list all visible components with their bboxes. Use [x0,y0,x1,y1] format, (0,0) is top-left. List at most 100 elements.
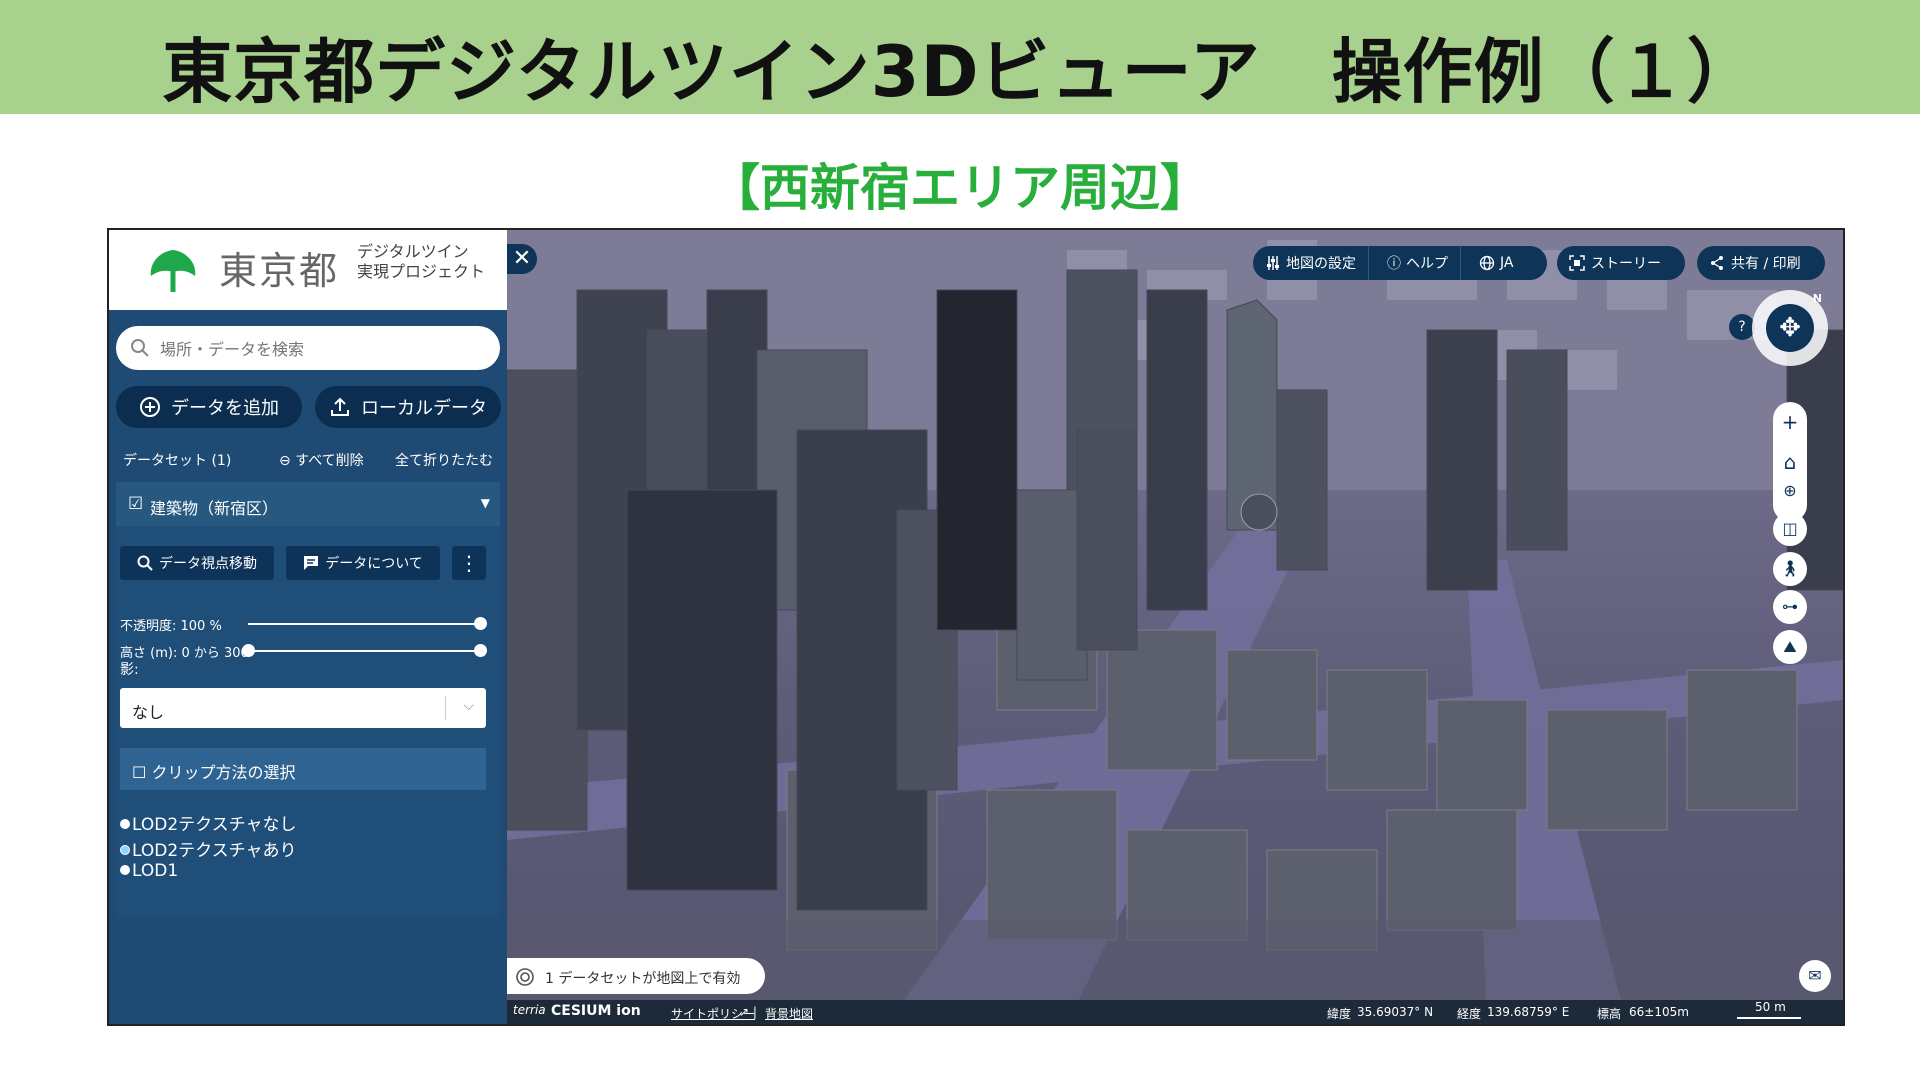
add-data-button[interactable]: データを追加 [116,386,302,428]
move-arrows-icon[interactable]: ✥ [1766,304,1814,352]
checkbox-unchecked-icon[interactable]: ☐ [132,763,146,782]
scale-label: 50 m [1755,1000,1786,1014]
logo-sub-line-2: 実現プロジェクト [357,262,486,281]
opacity-slider-handle[interactable] [473,617,487,630]
style-option-label: LOD2テクスチャあり [132,841,297,861]
map-toolbar: 地図の設定 ⓘ ヘルプ JA [1253,246,1547,280]
city-3d-scene[interactable] [507,230,1843,1024]
plus-circle-icon [140,397,160,417]
measure-icon[interactable]: ⊶ [1773,590,1807,624]
language-label: JA [1500,255,1514,271]
terria-logo: terria [513,1003,546,1017]
locate-icon[interactable]: ⊕ [1773,474,1807,508]
chevron-down-icon: ⌵ [463,698,474,714]
opacity-label: 不透明度: 100 % [120,619,222,634]
select-divider [445,696,446,720]
tokyo-ginkgo-logo-icon [150,250,196,292]
app-window: 東京都 デジタルツイン 実現プロジェクト データを追加 [107,228,1845,1026]
shadow-select[interactable]: なし ⌵ [120,688,486,728]
radio-selected-icon [120,845,130,855]
zoom-to-data-button[interactable]: データ視点移動 [120,546,274,580]
clip-method-label: クリップ方法の選択 [151,763,296,782]
pedestrian-icon[interactable]: 🚶︎ [1773,552,1807,586]
zoom-in-icon[interactable]: + [1773,402,1807,442]
delete-all-label: すべて削除 [295,453,364,469]
style-option-lod2-texture[interactable]: LOD2テクスチャあり [120,836,296,861]
height-slider-min-handle[interactable] [241,644,255,657]
height-slider-max-handle[interactable] [473,644,487,657]
external-link-icon: ↗ | [739,1005,757,1019]
radio-icon [120,865,130,875]
height-label: 高さ (m): 0 から 300 [120,646,249,661]
story-frame-icon [1569,255,1585,271]
longitude-label: 経度 [1457,1007,1482,1021]
radio-icon [120,819,130,829]
altitude-value: 66±105m [1629,1005,1689,1019]
search-icon [131,339,149,357]
help-button[interactable]: ⓘ ヘルプ [1375,246,1461,280]
language-button[interactable]: JA [1467,246,1525,280]
shadow-value: なし [132,703,165,722]
share-icon [1711,256,1723,270]
help-circle-icon: ⓘ [1387,256,1401,272]
latitude-value: 35.69037° N [1357,1005,1434,1019]
story-label: ストーリー [1591,256,1661,272]
share-print-button[interactable]: 共有 / 印刷 [1697,246,1825,280]
basemap-link[interactable]: 背景地図 [765,1005,813,1022]
upload-icon [331,397,349,416]
sliders-icon [1267,256,1279,270]
opacity-slider-track[interactable] [248,623,480,625]
layer-panel: データ視点移動 データについて ⋮ 不透明度: 100 % 高さ (m): 0 … [116,526,500,916]
layer-checkbox-checked-icon[interactable]: ☑ [128,494,143,514]
logo-subtext: デジタルツイン 実現プロジェクト [357,242,485,282]
more-options-icon[interactable]: ⋮ [452,546,486,580]
split-view-icon[interactable]: ◫ [1773,512,1807,546]
latitude-label: 緯度 [1327,1007,1352,1021]
height-slider-track[interactable] [248,650,480,652]
cesium-ion-logo[interactable]: CESIUM ion [551,1003,641,1019]
dataset-status-pill[interactable]: 1 データセットが地図上で有効 [507,958,765,994]
map-settings-label: 地図の設定 [1286,256,1356,272]
search-input[interactable] [158,334,482,364]
stacked-layers-icon [516,968,534,986]
longitude-value: 139.68759° E [1487,1005,1570,1019]
local-data-label: ローカルデータ [361,398,487,419]
scale-bar [1737,1017,1801,1019]
comment-icon [304,556,319,570]
layer-name: 建築物（新宿区） [150,499,279,518]
logo-text: 東京都 [219,249,340,293]
map-settings-button[interactable]: 地図の設定 [1253,246,1369,280]
shadow-label: 影: [120,662,139,678]
add-data-label: データを追加 [171,398,279,419]
style-option-lod1[interactable]: LOD1 [120,861,178,881]
map-view[interactable]: ✕ 地図の設定 ⓘ ヘルプ JA ストーリー 共有 / 印刷 ? N ✥ + ⌂… [507,230,1843,1024]
about-data-button[interactable]: データについて [286,546,440,580]
close-sidebar-button[interactable]: ✕ [507,244,537,274]
search-box[interactable] [116,326,500,370]
feedback-icon[interactable]: ✉︎ [1799,960,1831,992]
logo-area: 東京都 デジタルツイン 実現プロジェクト [109,230,507,310]
delete-all-button[interactable]: ⊖ すべて削除 [279,450,364,470]
story-button[interactable]: ストーリー [1557,246,1685,280]
globe-icon [1479,255,1495,271]
logo-sub-line-1: デジタルツイン [357,242,469,261]
altitude-label: 標高 [1597,1007,1622,1021]
terrain-icon[interactable]: ⛰︎ [1773,630,1807,664]
search-icon [137,555,153,571]
clip-method-toggle[interactable]: ☐ クリップ方法の選択 [120,748,486,790]
style-option-label: LOD1 [132,861,179,881]
style-option-lod2-no-texture[interactable]: LOD2テクスチャなし [120,810,296,835]
slide-subtitle: 【西新宿エリア周辺】 [710,159,1210,217]
layer-header[interactable]: ☑ 建築物（新宿区） ▼ [116,482,500,526]
compass-control[interactable]: N ✥ [1752,290,1828,366]
caret-down-icon[interactable]: ▼ [481,496,490,510]
style-option-label: LOD2テクスチャなし [132,815,297,835]
compass-north-label: N [1812,292,1822,305]
dataset-status-text: 1 データセットが地図上で有効 [545,971,741,987]
sidebar: 東京都 デジタルツイン 実現プロジェクト データを追加 [109,230,507,1024]
slide-title: 東京都デジタルツイン3Dビューア 操作例（１） [162,31,1758,113]
collapse-all-button[interactable]: 全て折りたたむ [395,450,493,470]
local-data-button[interactable]: ローカルデータ [315,386,501,428]
dataset-row: データセット (1) ⊖ すべて削除 全て折りたたむ [109,442,507,474]
share-print-label: 共有 / 印刷 [1731,256,1801,272]
